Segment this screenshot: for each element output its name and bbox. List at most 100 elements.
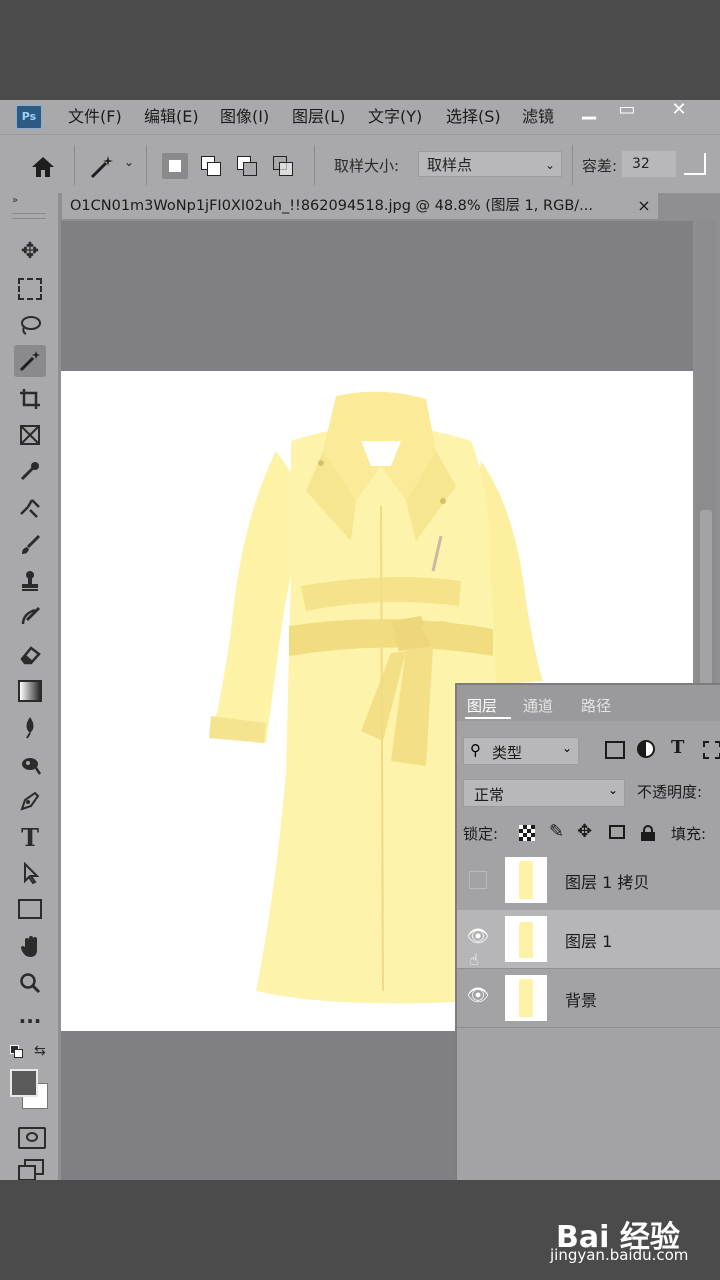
- menu-type[interactable]: 文字(Y): [368, 105, 422, 129]
- type-icon[interactable]: T: [14, 821, 46, 853]
- gradient-icon[interactable]: [14, 675, 46, 707]
- hand-cursor-icon: ☝: [469, 950, 479, 969]
- ps-logo: Ps: [16, 105, 42, 129]
- marquee-icon[interactable]: [14, 273, 46, 305]
- intersect-selection-button[interactable]: [270, 153, 296, 179]
- document-tab[interactable]: O1CN01m3WoNp1jFI0XI02uh_!!862094518.jpg …: [62, 193, 658, 219]
- foreground-color-swatch[interactable]: [10, 1069, 38, 1097]
- menu-filter[interactable]: 滤镜: [522, 105, 554, 129]
- divider: [572, 145, 573, 185]
- path-selection-icon[interactable]: [14, 857, 46, 889]
- layer-row-selected[interactable]: 👁 图层 1 ☝: [457, 910, 720, 969]
- filter-type-layer-icon[interactable]: T: [671, 737, 684, 758]
- tools-panel: » ✥ T ··· ⇆: [0, 193, 58, 1180]
- more-icon[interactable]: ···: [14, 1005, 46, 1037]
- filter-shape-layer-icon[interactable]: [703, 741, 720, 759]
- toolbar-grip: [12, 213, 46, 219]
- sample-size-label: 取样大小:: [334, 157, 400, 175]
- options-bar: ⌄ 取样大小: 取样点 ⌄ 容差: 32: [0, 134, 720, 194]
- clone-stamp-icon[interactable]: [14, 565, 46, 597]
- top-letterbox: [0, 0, 720, 100]
- new-selection-button[interactable]: [162, 153, 188, 179]
- frame-icon[interactable]: [14, 419, 46, 451]
- active-tab-indicator: [465, 717, 511, 719]
- default-colors-icon[interactable]: [10, 1045, 24, 1059]
- document-tab-title: O1CN01m3WoNp1jFI0XI02uh_!!862094518.jpg …: [70, 198, 593, 214]
- add-selection-button[interactable]: [198, 153, 224, 179]
- layer-thumbnail: [505, 857, 547, 903]
- chevron-down-icon: ⌄: [607, 783, 618, 797]
- chevron-down-icon[interactable]: ⌄: [124, 155, 134, 169]
- layer-name[interactable]: 背景: [565, 987, 597, 1011]
- sample-size-value: 取样点: [427, 156, 473, 174]
- eyedropper-icon[interactable]: [14, 455, 46, 487]
- pen-icon[interactable]: [14, 785, 46, 817]
- lock-label: 锁定:: [463, 825, 499, 843]
- magic-wand-icon[interactable]: [14, 345, 46, 377]
- home-icon[interactable]: [30, 155, 56, 179]
- lock-position-icon[interactable]: ✥: [577, 821, 592, 842]
- scrollbar-thumb[interactable]: [700, 510, 712, 690]
- zoom-icon[interactable]: [14, 967, 46, 999]
- close-icon[interactable]: ✕: [664, 100, 694, 124]
- menu-select[interactable]: 选择(S): [446, 105, 501, 129]
- divider: [457, 1027, 720, 1028]
- divider: [146, 145, 147, 185]
- lock-artboard-icon[interactable]: [609, 825, 625, 839]
- divider: [314, 145, 315, 185]
- lock-all-icon[interactable]: [641, 825, 655, 841]
- anti-alias-checkbox[interactable]: [684, 153, 706, 175]
- eye-icon[interactable]: 👁: [465, 983, 491, 1009]
- menu-file[interactable]: 文件(F): [68, 105, 122, 129]
- crop-icon[interactable]: [14, 383, 46, 415]
- rectangle-icon[interactable]: [14, 893, 46, 925]
- screen-mode-icon[interactable]: [18, 1159, 44, 1180]
- chevron-down-icon: ⌄: [561, 741, 572, 755]
- close-tab-icon[interactable]: ×: [634, 193, 654, 219]
- tolerance-input[interactable]: 32: [622, 151, 676, 177]
- layer-name[interactable]: 图层 1: [565, 928, 612, 952]
- layer-row[interactable]: 图层 1 拷贝: [457, 851, 720, 909]
- menu-layer[interactable]: 图层(L): [292, 105, 345, 129]
- hand-icon[interactable]: [14, 931, 46, 963]
- layer-thumbnail: [505, 916, 547, 962]
- lock-transparent-pixels-icon[interactable]: [519, 825, 535, 841]
- lock-image-pixels-icon[interactable]: ✎: [549, 821, 564, 842]
- chevron-down-icon: ⌄: [544, 158, 555, 172]
- layer-row[interactable]: 👁 背景: [457, 969, 720, 1027]
- eraser-icon[interactable]: [14, 639, 46, 671]
- blend-mode-select[interactable]: 正常 ⌄: [463, 779, 625, 807]
- layer-filter-select[interactable]: ⚲ 类型 ⌄: [463, 737, 579, 765]
- opacity-label: 不透明度:: [637, 783, 703, 801]
- magic-wand-preset-icon[interactable]: [88, 153, 116, 181]
- menu-edit[interactable]: 编辑(E): [144, 105, 199, 129]
- dodge-icon[interactable]: [14, 749, 46, 781]
- layer-name[interactable]: 图层 1 拷贝: [565, 869, 649, 893]
- collapse-panel-icon[interactable]: »: [12, 195, 18, 206]
- swap-colors-icon[interactable]: ⇆: [34, 1043, 46, 1059]
- blur-icon[interactable]: [14, 711, 46, 743]
- fill-label: 填充:: [671, 825, 707, 843]
- minimize-icon[interactable]: ▁: [574, 100, 604, 124]
- eye-icon[interactable]: 👁: [465, 924, 491, 950]
- visibility-toggle-empty[interactable]: [469, 871, 487, 889]
- sample-size-select[interactable]: 取样点 ⌄: [418, 151, 562, 177]
- history-brush-icon[interactable]: [14, 601, 46, 633]
- tolerance-label: 容差:: [582, 157, 618, 175]
- brush-icon[interactable]: [14, 529, 46, 561]
- healing-brush-icon[interactable]: [14, 491, 46, 523]
- layer-filter-value: 类型: [492, 744, 523, 762]
- search-icon: ⚲: [470, 741, 481, 759]
- restore-icon[interactable]: ▭: [612, 100, 642, 124]
- tab-paths[interactable]: 路径: [581, 695, 611, 716]
- subtract-selection-button[interactable]: [234, 153, 260, 179]
- quick-mask-icon[interactable]: [18, 1127, 46, 1149]
- menu-image[interactable]: 图像(I): [220, 105, 269, 129]
- move-icon[interactable]: ✥: [14, 235, 46, 267]
- tab-layers[interactable]: 图层: [467, 695, 497, 716]
- filter-pixel-layer-icon[interactable]: [605, 741, 625, 759]
- filter-adjustment-layer-icon[interactable]: [637, 740, 655, 758]
- blend-mode-value: 正常: [474, 786, 505, 804]
- lasso-icon[interactable]: [14, 309, 46, 341]
- tab-channels[interactable]: 通道: [523, 695, 553, 716]
